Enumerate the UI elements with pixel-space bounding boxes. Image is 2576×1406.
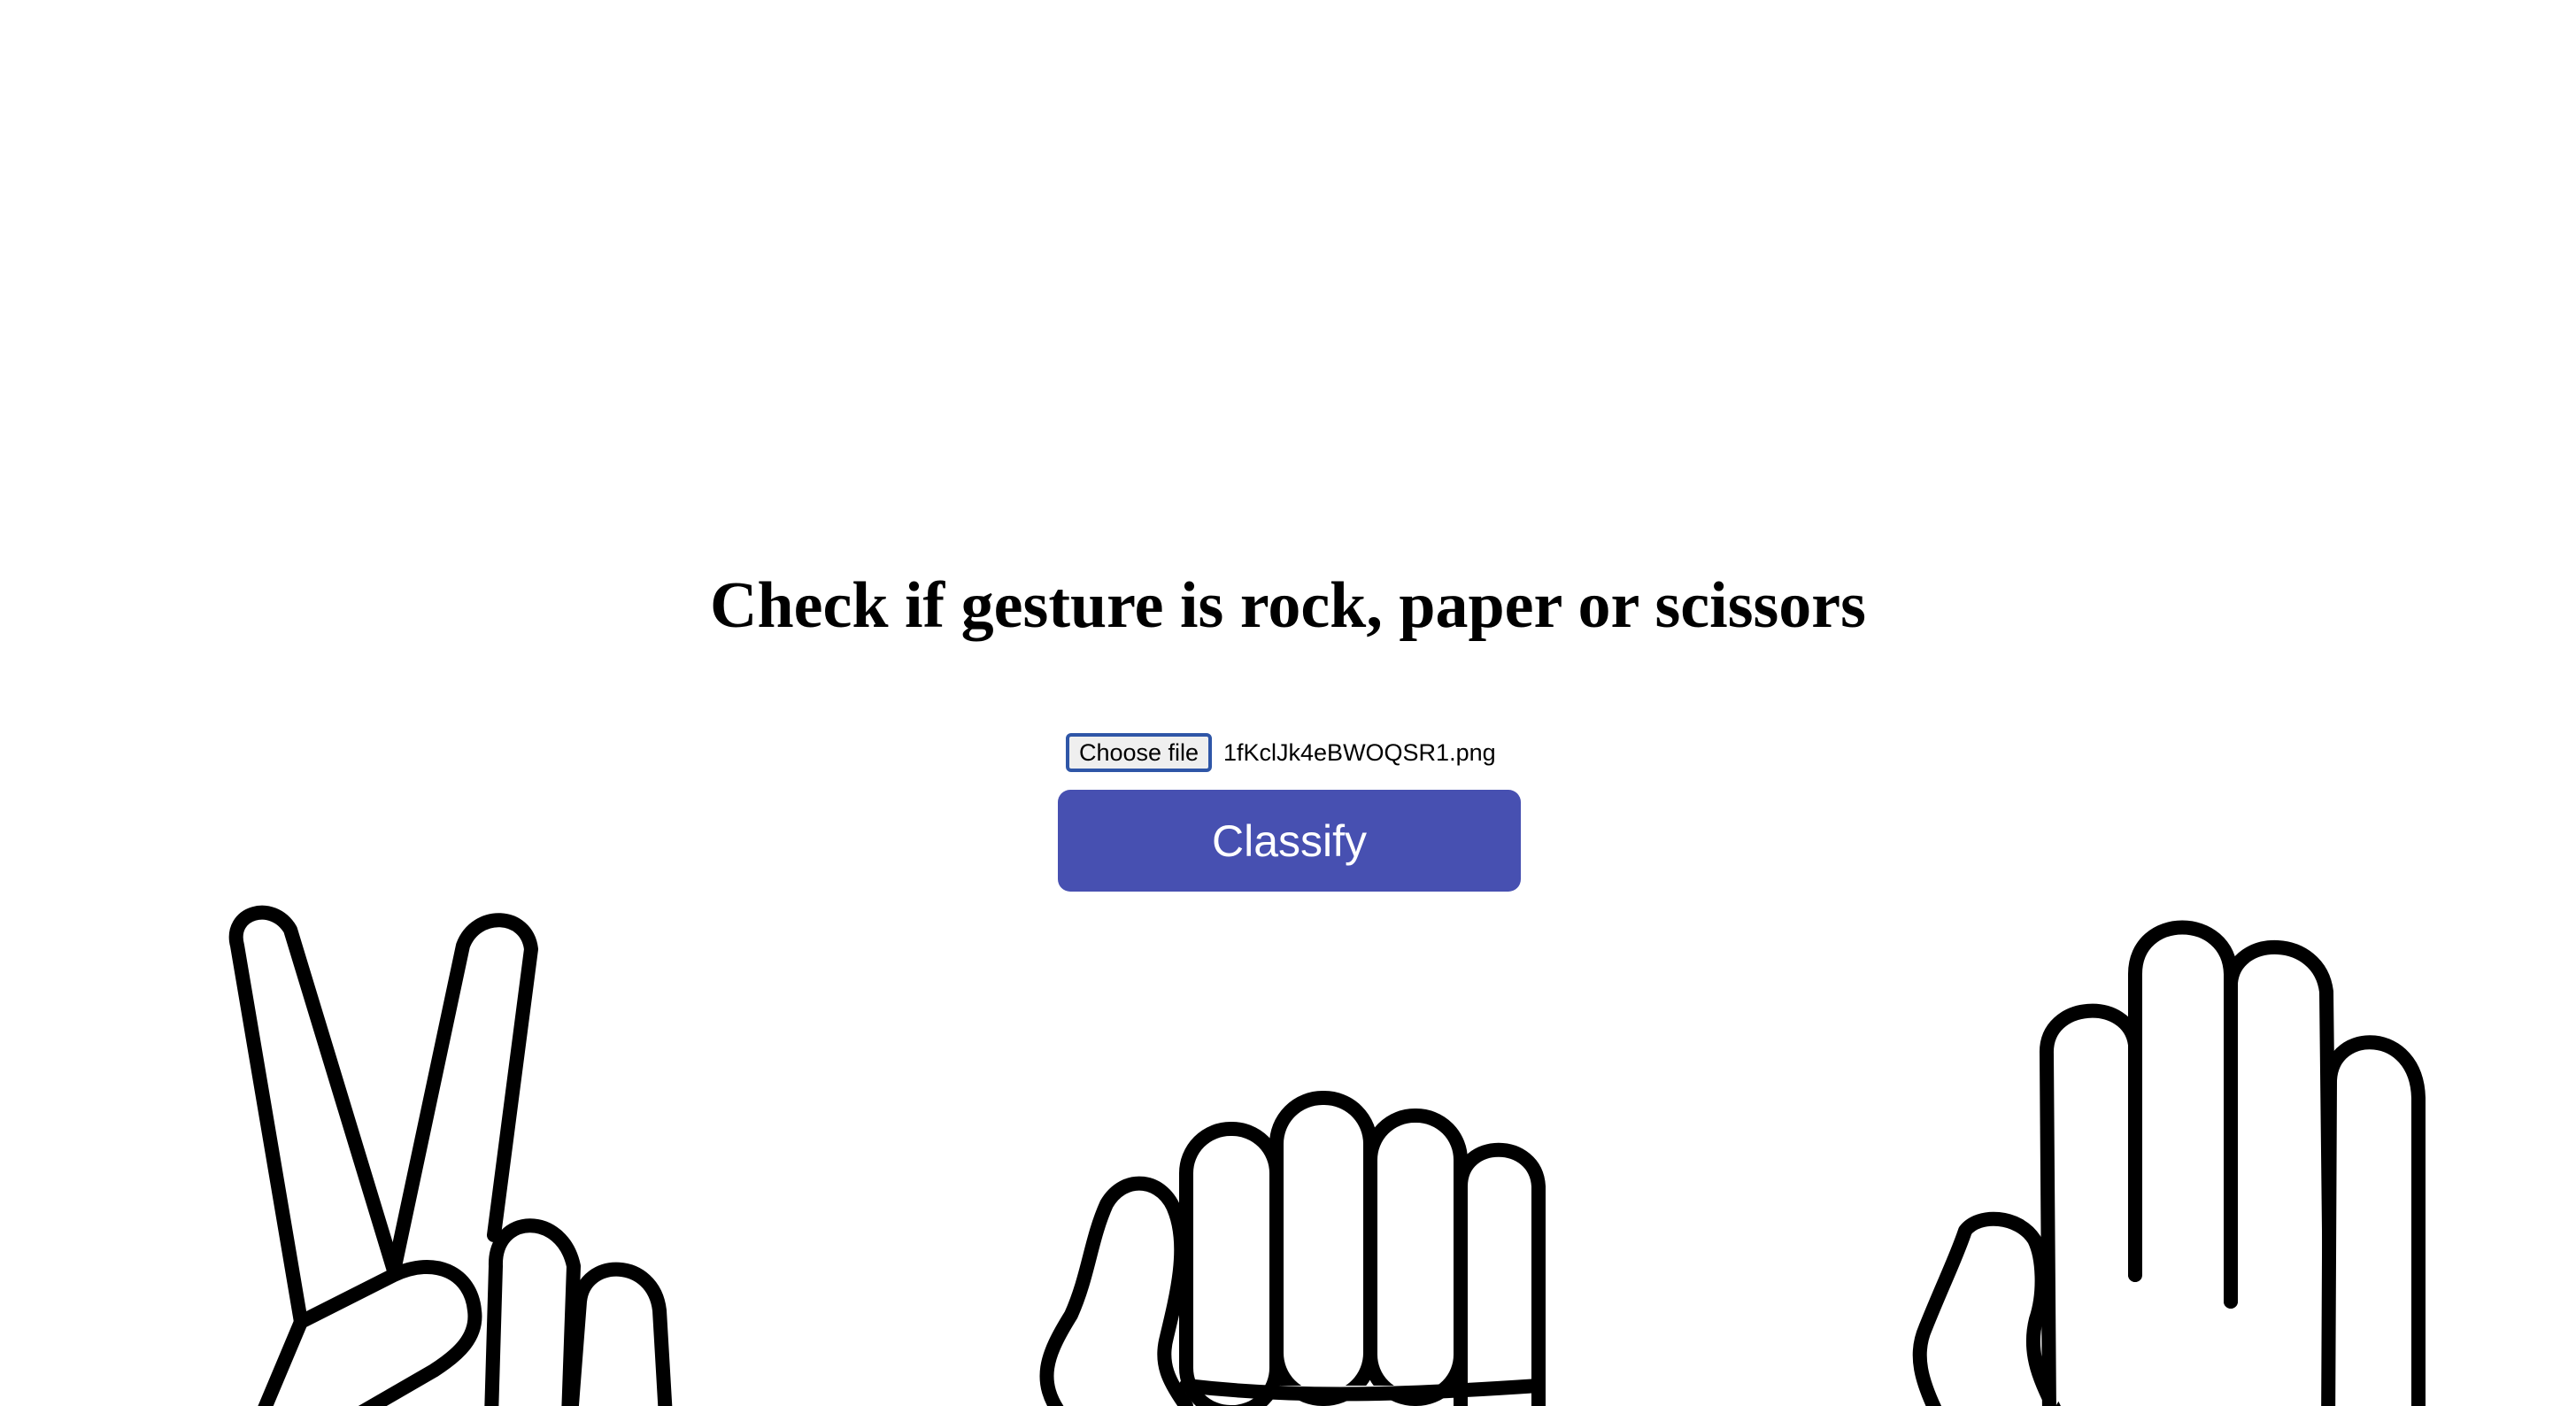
scissors-hand-icon bbox=[212, 894, 690, 1406]
selected-file-name: 1fKclJk4eBWOQSR1.png bbox=[1223, 738, 1496, 766]
choose-file-button[interactable]: Choose file bbox=[1066, 733, 1212, 772]
rock-fist-icon bbox=[1036, 1089, 1558, 1406]
file-upload: Choose file 1fKclJk4eBWOQSR1.png bbox=[1066, 733, 1496, 772]
paper-hand-icon bbox=[1903, 903, 2443, 1406]
page-title: Check if gesture is rock, paper or sciss… bbox=[710, 569, 1866, 642]
classify-button[interactable]: Classify bbox=[1058, 790, 1521, 892]
